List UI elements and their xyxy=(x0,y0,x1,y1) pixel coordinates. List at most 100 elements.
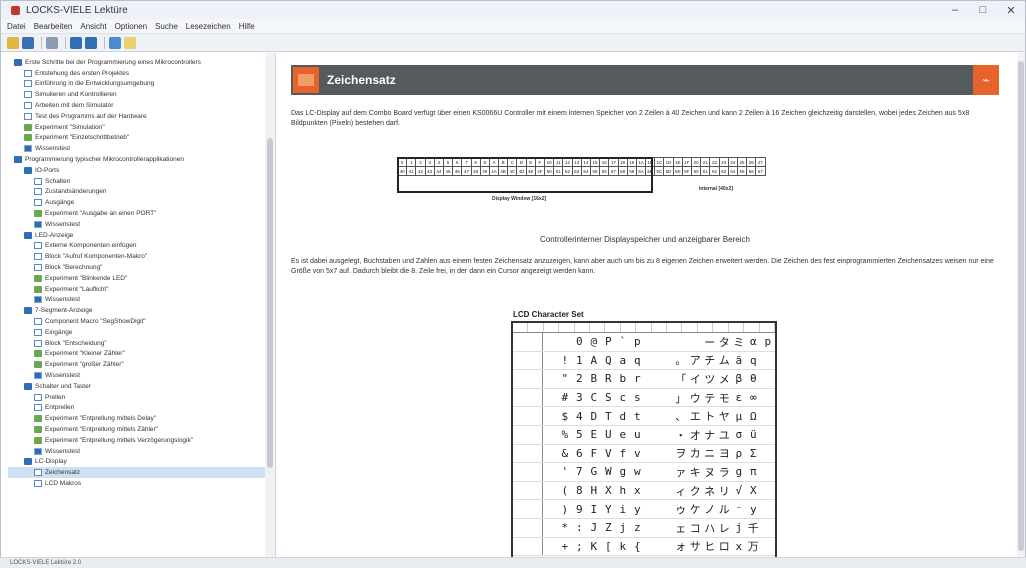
tree-item-label: Wissenstest xyxy=(45,447,81,455)
lcd-row: 0 @ P ` p ータミ α p xyxy=(513,333,775,352)
tree-item[interactable]: Eingänge xyxy=(8,327,266,338)
lcd-char: A xyxy=(590,353,598,367)
tree-item-label: Experiment "großer Zähler" xyxy=(45,361,124,369)
lcd-table-header xyxy=(513,323,775,333)
lcd-char: ロ xyxy=(718,540,730,554)
tree-item[interactable]: Entstehung des ersten Projektes xyxy=(8,68,266,79)
page-icon xyxy=(34,318,42,326)
search-icon[interactable] xyxy=(124,36,136,49)
nav-scrollbar-thumb[interactable] xyxy=(267,138,273,468)
tree-item[interactable]: Simulieren und Kontrollieren xyxy=(8,89,266,100)
tree-item[interactable]: Block "Entscheidung" xyxy=(8,338,266,349)
tree-item[interactable]: Experiment "Blinkende LED" xyxy=(8,273,266,284)
tree-item[interactable]: Wissenstest xyxy=(8,446,266,457)
page-icon xyxy=(34,253,42,261)
tree-item[interactable]: Zustandsänderungen xyxy=(8,187,266,198)
tree-item[interactable]: Block "Berechnung" xyxy=(8,262,266,273)
tree-item-label: Schalter und Taster xyxy=(35,382,91,390)
app-icon xyxy=(11,5,20,15)
open-icon[interactable] xyxy=(7,36,19,49)
memory-cell: 5D xyxy=(663,166,674,176)
tree-item[interactable]: Experiment "Entprellung mittels Verzöger… xyxy=(8,435,266,446)
tree-item[interactable]: Test des Programms auf der Hardware xyxy=(8,111,266,122)
tree-item[interactable]: LC-Display xyxy=(8,456,266,467)
tree-item[interactable]: Experiment "Ausgabe an einen PORT" xyxy=(8,208,266,219)
lcd-char: ε xyxy=(735,391,743,405)
tree-item[interactable]: LCD Makros xyxy=(8,478,266,489)
menu-edit[interactable]: Bearbeiten xyxy=(34,22,73,31)
tree-item[interactable]: Experiment "Entprellung mittels Zähler" xyxy=(8,424,266,435)
tree-item[interactable]: Experiment "Einzelschrittbetrieb" xyxy=(8,133,266,144)
tree-item[interactable]: Schalten xyxy=(8,176,266,187)
tree-item[interactable]: Block "Aufruf Komponenten-Makro" xyxy=(8,251,266,262)
menu-bar: Datei Bearbeiten Ansicht Optionen Suche … xyxy=(1,19,1025,34)
tree-item[interactable]: Programmierung typischer Mikrocontroller… xyxy=(8,154,266,165)
tree-item[interactable]: Wissenstest xyxy=(8,370,266,381)
save-icon[interactable] xyxy=(22,36,34,49)
experiment-icon xyxy=(34,274,42,282)
menu-bookmarks[interactable]: Lesezeichen xyxy=(186,22,231,31)
tree-item-label: Ausgänge xyxy=(45,199,75,207)
tree-item-label: Experiment "Entprellung mittels Delay" xyxy=(45,415,157,423)
page-icon xyxy=(34,188,42,196)
lcd-char: s xyxy=(633,391,641,405)
tree-item[interactable]: LED-Anzeige xyxy=(8,230,266,241)
tree-item[interactable]: Erste Schritte bei der Programmierung ei… xyxy=(8,57,266,68)
tree-item[interactable]: Experiment "großer Zähler" xyxy=(8,359,266,370)
maximize-button[interactable]: □ xyxy=(969,4,997,16)
tree-item[interactable]: IO-Ports xyxy=(8,165,266,176)
tree-item[interactable]: 7-Segment-Anzeige xyxy=(8,305,266,316)
tree-item[interactable]: Component Macro "SegShowDigit" xyxy=(8,316,266,327)
lcd-char: v xyxy=(633,446,641,460)
menu-search[interactable]: Suche xyxy=(155,22,178,31)
lcd-char: α xyxy=(749,335,757,349)
lcd-char: 9 xyxy=(575,502,583,516)
tree-item[interactable]: Experiment "Simulation" xyxy=(8,122,266,133)
page-icon xyxy=(34,469,42,477)
lcd-char: P xyxy=(604,335,612,349)
tree-item[interactable]: Experiment "Kleiner Zähler" xyxy=(8,349,266,360)
tree-item[interactable]: Experiment "Lauflicht" xyxy=(8,284,266,295)
lcd-char: t xyxy=(633,409,641,423)
tree-item[interactable]: Externe Komponenten einfügen xyxy=(8,241,266,252)
lcd-char: y xyxy=(633,502,641,516)
back-icon[interactable] xyxy=(70,36,82,49)
lcd-char: K xyxy=(590,539,598,553)
tree-item[interactable]: Wissenstest xyxy=(8,295,266,306)
lcd-row: ! 1 A Qa q。アチム ä q xyxy=(513,351,775,371)
print-icon[interactable] xyxy=(46,36,58,49)
lcd-char: ü xyxy=(749,428,757,442)
content-scrollbar[interactable] xyxy=(1017,53,1025,557)
forward-icon[interactable] xyxy=(85,36,97,49)
minimize-button[interactable]: – xyxy=(941,4,969,16)
menu-view[interactable]: Ansicht xyxy=(80,22,106,31)
tree-item[interactable]: Arbeiten mit dem Simulator xyxy=(8,100,266,111)
tree-item-label: Experiment "Kleiner Zähler" xyxy=(45,350,125,358)
menu-options[interactable]: Optionen xyxy=(115,22,147,31)
tree-item[interactable]: Experiment "Entprellung mittels Delay" xyxy=(8,413,266,424)
tree-item[interactable]: Prellen xyxy=(8,392,266,403)
print-page-icon[interactable]: ⌁ xyxy=(973,65,999,95)
lcd-char: 、 xyxy=(675,410,687,424)
nav-scrollbar[interactable] xyxy=(265,53,275,557)
lcd-char: i xyxy=(619,502,627,516)
tree-item[interactable]: Wissenstest xyxy=(8,219,266,230)
page-icon xyxy=(34,393,42,401)
lcd-char: 2 xyxy=(575,372,583,386)
tree-item[interactable]: Einführung in die Entwicklungsumgebung xyxy=(8,79,266,90)
tree-item[interactable]: Ausgänge xyxy=(8,197,266,208)
lcd-char: ケ xyxy=(689,503,701,517)
home-icon[interactable] xyxy=(109,36,121,49)
tree-item[interactable]: Schalter und Taster xyxy=(8,381,266,392)
tree-item[interactable]: Zeichensatz xyxy=(8,467,266,479)
menu-file[interactable]: Datei xyxy=(7,22,26,31)
content-scrollbar-thumb[interactable] xyxy=(1018,61,1024,551)
memory-cell: 24 xyxy=(727,157,738,167)
close-button[interactable]: ✕ xyxy=(997,4,1025,17)
tree-item[interactable]: Wissenstest xyxy=(8,143,266,154)
lcd-char: % xyxy=(561,428,569,442)
tree-item-label: Schalten xyxy=(45,177,71,185)
tree-item[interactable]: Entprellen xyxy=(8,403,266,414)
lcd-char: J xyxy=(590,521,598,535)
menu-help[interactable]: Hilfe xyxy=(239,22,255,31)
